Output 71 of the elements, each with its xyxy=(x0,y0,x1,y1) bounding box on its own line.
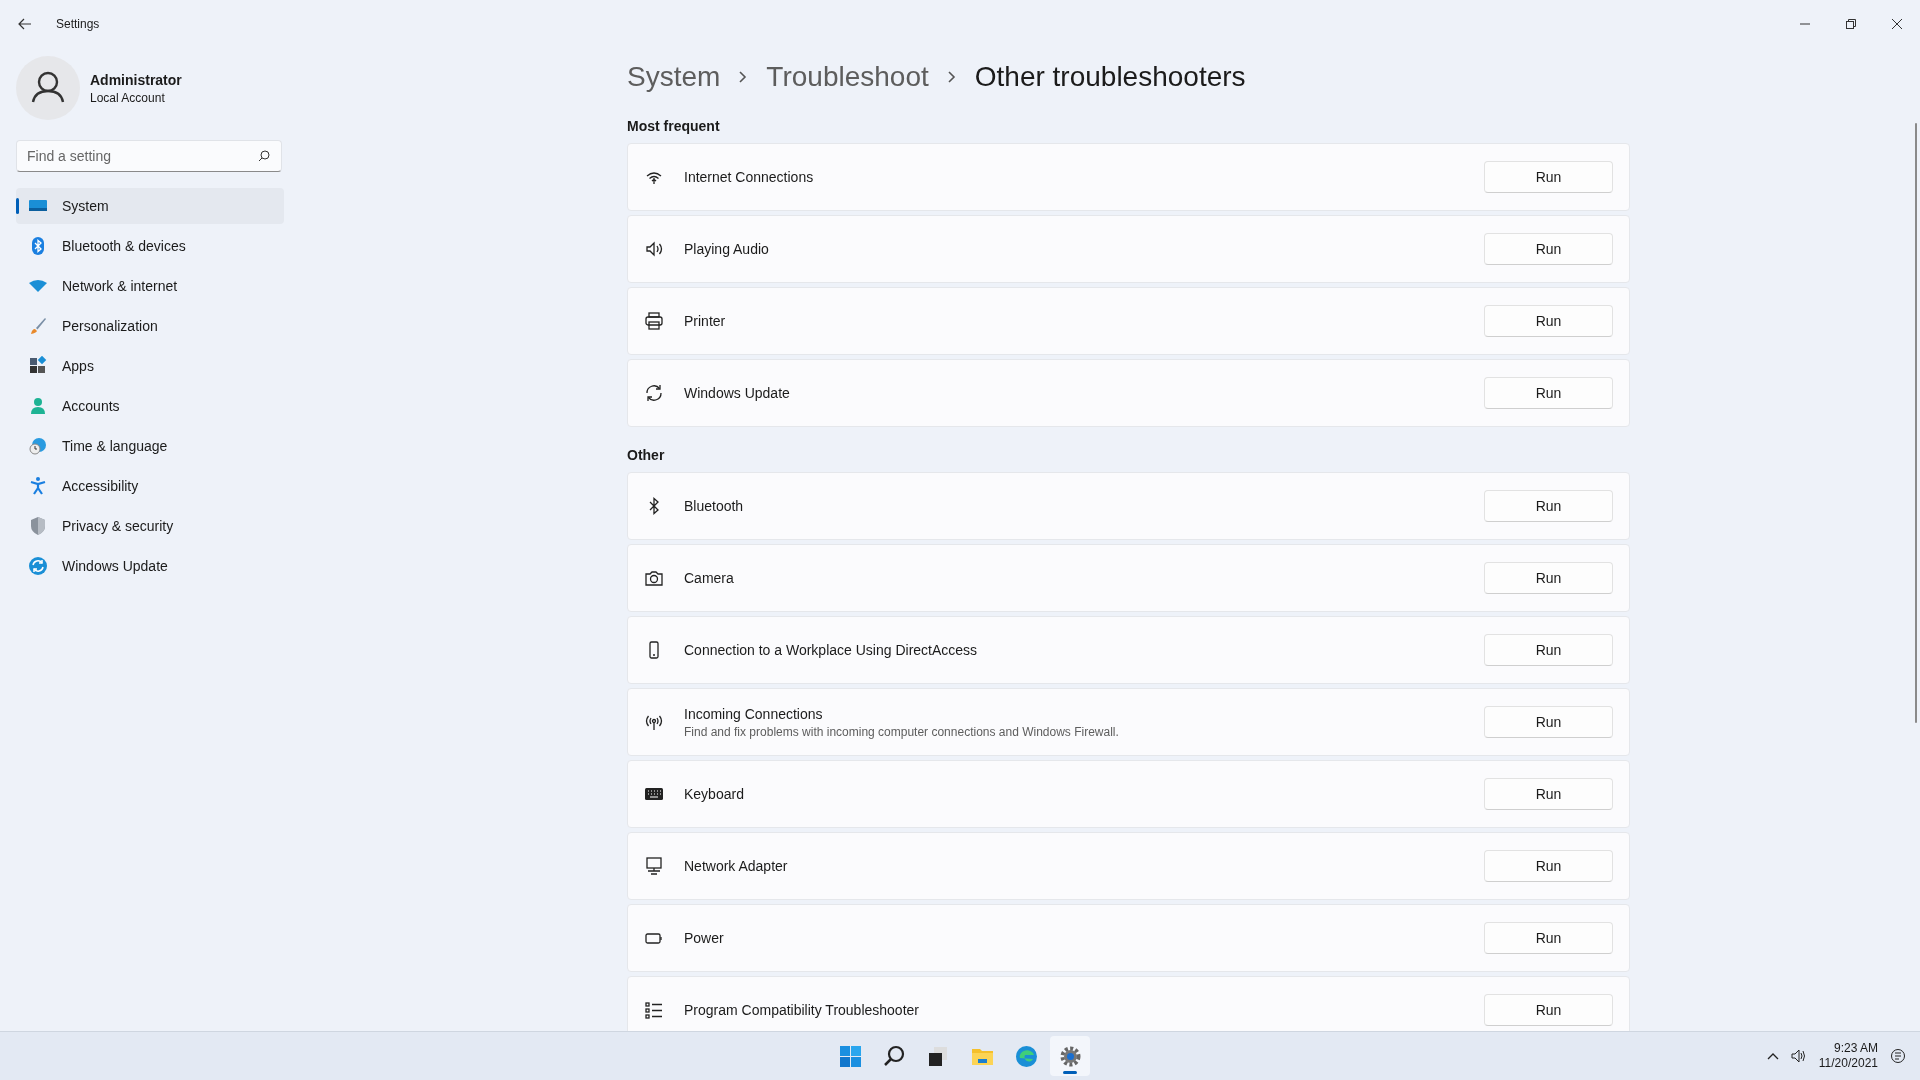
restore-icon[interactable] xyxy=(1846,19,1856,29)
sidebar-item[interactable]: Windows Update xyxy=(16,548,284,584)
update-icon xyxy=(28,556,48,576)
camera-icon xyxy=(644,568,664,588)
list-icon xyxy=(644,1000,664,1020)
section-heading: Most frequent xyxy=(627,118,721,134)
troubleshooter-name: Bluetooth xyxy=(684,498,745,514)
back-icon[interactable] xyxy=(18,18,32,30)
sidebar-item[interactable]: Network & internet xyxy=(16,268,284,304)
sidebar-item[interactable]: Time & language xyxy=(16,428,284,464)
troubleshooter-name: Program Compatibility Troubleshooter xyxy=(684,1002,920,1018)
sidebar-item[interactable]: Accounts xyxy=(16,388,284,424)
start-icon xyxy=(837,1043,863,1069)
shield-icon xyxy=(28,516,48,536)
speaker-icon xyxy=(644,239,664,259)
run-button[interactable]: Run xyxy=(1484,562,1613,594)
troubleshooter-name: Network Adapter xyxy=(684,858,789,874)
notification-icon[interactable] xyxy=(1890,1048,1906,1064)
close-icon[interactable] xyxy=(1892,19,1902,29)
chevron-icon xyxy=(946,70,957,84)
chevron-icon xyxy=(738,70,749,84)
avatar-icon xyxy=(16,56,80,120)
troubleshooter-name: Internet Connections xyxy=(684,169,815,185)
account-type: Local Account xyxy=(90,90,166,105)
sidebar-item[interactable]: Privacy & security xyxy=(16,508,284,544)
run-button[interactable]: Run xyxy=(1484,634,1613,666)
section-heading: Other xyxy=(627,447,666,463)
run-button[interactable]: Run xyxy=(1484,922,1613,954)
troubleshooter-name: Connection to a Workplace Using DirectAccess xyxy=(684,642,979,658)
run-button[interactable]: Run xyxy=(1484,778,1613,810)
breadcrumb-link[interactable]: System xyxy=(627,61,721,93)
troubleshooter-name: Camera xyxy=(684,570,735,586)
troubleshooter-name: Incoming Connections xyxy=(684,705,824,722)
run-button[interactable]: Run xyxy=(1484,706,1613,738)
globe-clock-icon xyxy=(28,436,48,456)
run-button[interactable]: Run xyxy=(1484,305,1613,337)
run-button[interactable]: Run xyxy=(1484,490,1613,522)
run-button[interactable]: Run xyxy=(1484,994,1613,1026)
breadcrumb-link[interactable]: Troubleshoot xyxy=(766,61,929,93)
sidebar-item[interactable]: Accessibility xyxy=(16,468,284,504)
page-title: Other troubleshooters xyxy=(974,61,1246,93)
scrollbar[interactable] xyxy=(1915,123,1917,723)
person-icon xyxy=(28,396,48,416)
run-button[interactable]: Run xyxy=(1484,233,1613,265)
sidebar-item[interactable]: System xyxy=(16,188,284,224)
browser-icon xyxy=(1013,1043,1039,1069)
troubleshooter-name: Printer xyxy=(684,313,727,329)
account-name: Administrator xyxy=(90,71,182,88)
printer-icon xyxy=(644,311,664,331)
run-button[interactable]: Run xyxy=(1484,161,1613,193)
sidebar-item[interactable]: Personalization xyxy=(16,308,284,344)
speaker-icon[interactable] xyxy=(1790,1049,1807,1063)
run-button[interactable]: Run xyxy=(1484,850,1613,882)
clock[interactable]: 9:23 AM 11/20/2021 xyxy=(1818,1041,1878,1071)
sidebar-item[interactable]: Bluetooth & devices xyxy=(16,228,284,264)
search-icon[interactable] xyxy=(258,150,270,162)
search-field[interactable]: Find a setting xyxy=(16,140,282,172)
brush-icon xyxy=(28,316,48,336)
troubleshooter-name: Keyboard xyxy=(684,786,745,802)
sidebar-item[interactable]: Apps xyxy=(16,348,284,384)
apps-icon xyxy=(28,356,48,376)
troubleshooter-name: Power xyxy=(684,930,725,946)
window-title: Settings xyxy=(56,17,100,31)
troubleshooter-name: Playing Audio xyxy=(684,241,770,257)
run-button[interactable]: Run xyxy=(1484,377,1613,409)
chevron-up-icon[interactable] xyxy=(1766,1052,1779,1060)
sync-icon xyxy=(644,383,664,403)
troubleshooter-description: Find and fix problems with incoming computer connections and Windows Firewall. xyxy=(684,724,1120,739)
monitor-icon xyxy=(644,856,664,876)
troubleshooter-name: Windows Update xyxy=(684,385,791,401)
accessibility-icon xyxy=(28,476,48,496)
